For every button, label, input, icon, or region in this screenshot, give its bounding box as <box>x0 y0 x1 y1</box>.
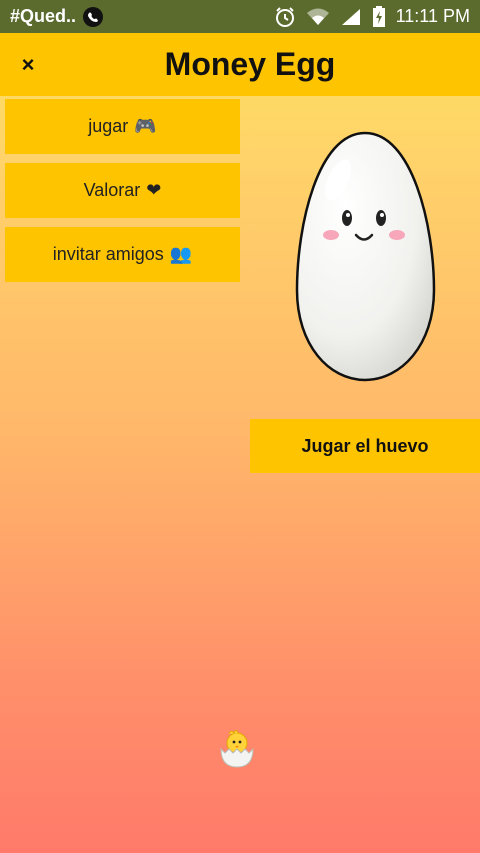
play-egg-button[interactable]: Jugar el huevo <box>250 419 480 473</box>
hatching-chick-icon <box>215 725 259 769</box>
status-left: #Qued.. <box>10 6 104 28</box>
status-time: 11:11 PM <box>395 6 470 26</box>
menu-label-rate: Valorar <box>83 180 141 200</box>
egg-icon <box>295 131 436 382</box>
whatsapp-icon <box>82 6 104 28</box>
people-icon: 👥 <box>169 244 193 264</box>
wifi-icon <box>306 7 330 27</box>
invite-friends-button[interactable]: invitar amigos 👥 <box>5 227 240 282</box>
gamepad-icon: 🎮 <box>134 116 157 136</box>
play-menu-button[interactable]: jugar 🎮 <box>5 99 240 154</box>
notification-text: #Qued.. <box>10 6 77 26</box>
page-title: Money Egg <box>164 46 336 82</box>
close-icon: × <box>21 52 35 77</box>
egg-character[interactable] <box>293 130 438 385</box>
app-bar: Money Egg × <box>0 33 480 96</box>
menu-label-play: jugar <box>88 116 129 136</box>
close-button[interactable]: × <box>14 51 42 79</box>
status-right: 11:11 PM <box>274 5 470 28</box>
status-bar: #Qued.. 11:11 PM <box>0 0 480 33</box>
battery-charging-icon <box>372 5 386 28</box>
signal-icon <box>340 7 362 27</box>
menu-label-invite: invitar amigos <box>52 244 164 264</box>
alarm-icon <box>274 6 296 28</box>
heart-icon: ❤ <box>146 180 162 200</box>
rate-menu-button[interactable]: Valorar ❤ <box>5 163 240 218</box>
